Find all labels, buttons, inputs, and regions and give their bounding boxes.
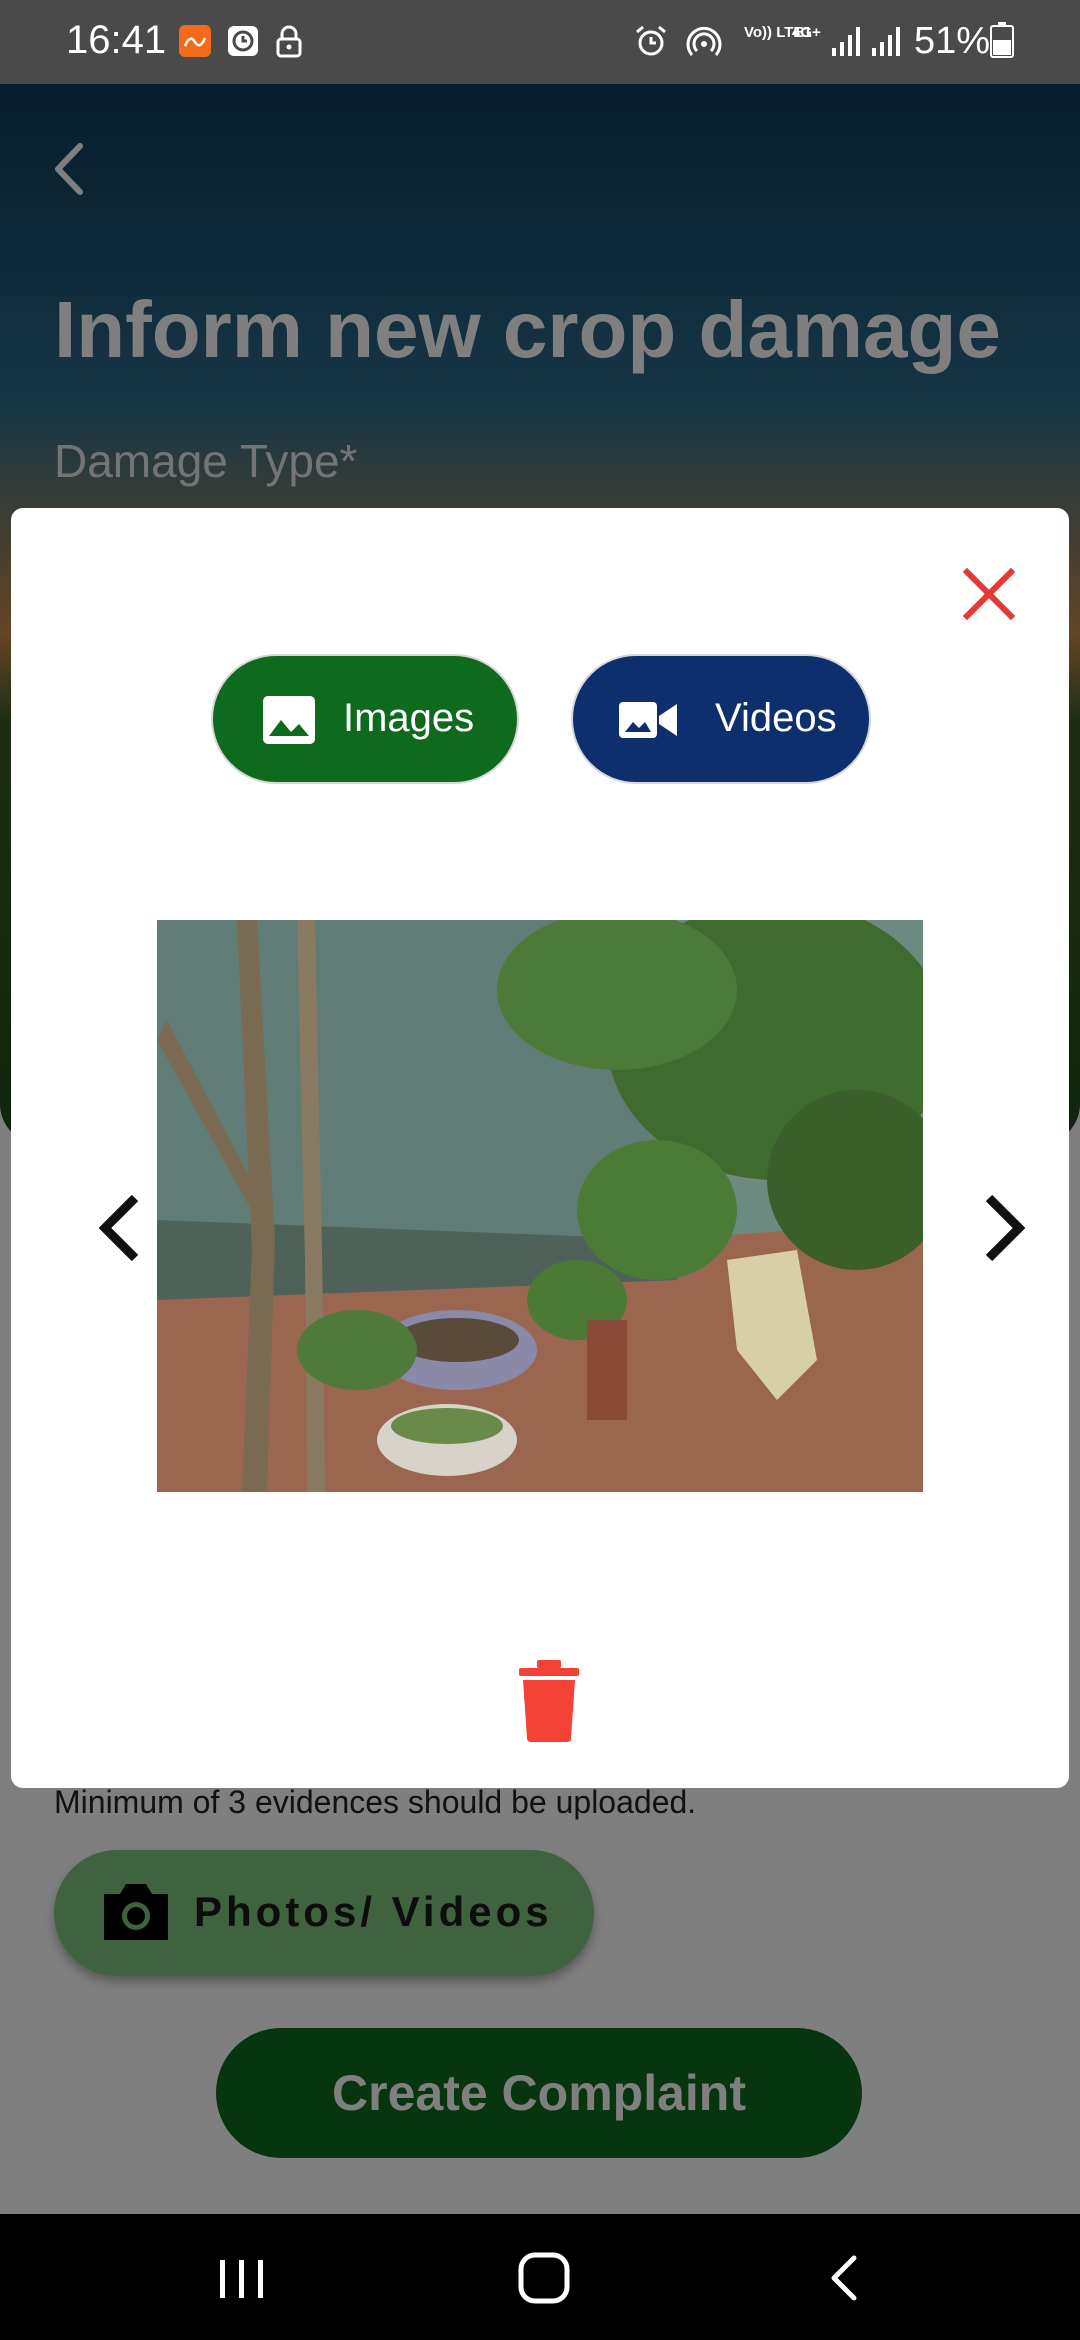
recents-icon[interactable] <box>214 2250 270 2306</box>
battery-percent: 51% <box>914 20 991 62</box>
images-tab-button[interactable]: Images <box>211 654 519 784</box>
battery-icon <box>990 22 1014 58</box>
hotspot-icon <box>686 26 722 56</box>
media-preview-dialog: Images Videos <box>11 508 1069 1788</box>
delete-icon[interactable] <box>517 1660 581 1742</box>
clock-app-icon <box>228 26 258 56</box>
signal-icon <box>872 27 900 56</box>
app-notification-icon <box>179 25 211 57</box>
status-time: 16:41 <box>66 18 167 62</box>
alarm-icon <box>636 25 666 56</box>
status-bar: 16:41 Vo)) LTE1 4G+ 51% <box>0 0 1080 84</box>
videos-tab-label: Videos <box>715 696 837 740</box>
home-icon[interactable] <box>516 2250 572 2306</box>
lock-icon <box>276 25 302 58</box>
video-camera-icon <box>619 702 677 738</box>
previous-arrow-icon[interactable] <box>91 1188 151 1268</box>
videos-tab-button[interactable]: Videos <box>571 654 871 784</box>
system-navigation-bar <box>0 2214 1080 2340</box>
images-tab-label: Images <box>343 696 475 740</box>
signal-icon <box>832 27 860 56</box>
network-type: 4G+ <box>792 24 821 41</box>
close-icon[interactable] <box>957 562 1021 626</box>
image-icon <box>263 696 315 744</box>
back-icon[interactable] <box>818 2250 874 2306</box>
next-arrow-icon[interactable] <box>973 1188 1033 1268</box>
evidence-photo <box>157 920 923 1492</box>
evidence-photo-picture <box>157 920 923 1492</box>
